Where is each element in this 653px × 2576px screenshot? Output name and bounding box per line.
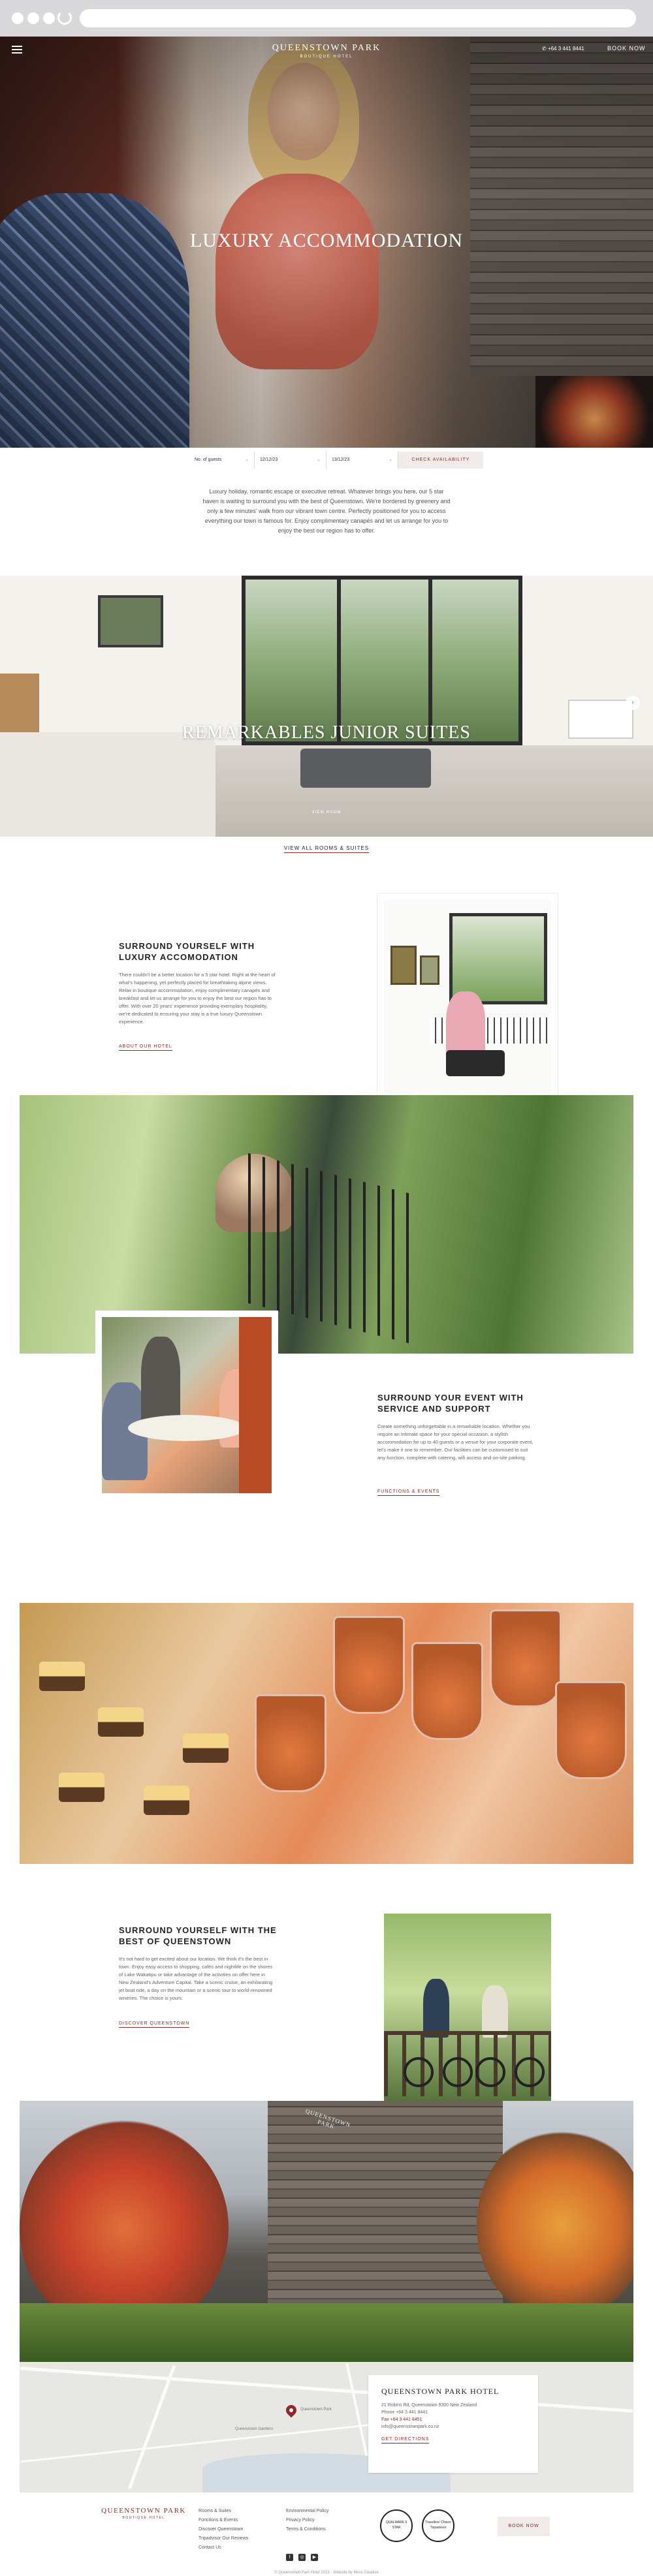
webpage: QUEENSTOWN PARK BOUTIQUE HOTEL ✆ +64 3 4…: [0, 37, 653, 2576]
reload-icon[interactable]: [57, 10, 72, 25]
tripadvisor-badge: Travellers' Choice Tripadvisor: [422, 2509, 454, 2542]
footer-link-reviews[interactable]: Tripadvisor Our Reviews: [199, 2534, 248, 2543]
about-our-hotel-link[interactable]: ABOUT OUR HOTEL: [119, 1044, 172, 1051]
footer-link-functions[interactable]: Functions & Events: [199, 2516, 248, 2525]
contact-address: 21 Robins Rd, Queenstown 9300 New Zealan…: [381, 2403, 477, 2408]
view-all-rooms-link[interactable]: VIEW ALL ROOMS & SUITES: [261, 845, 392, 853]
social-links: f ◎ ▶: [286, 2554, 318, 2561]
section-events-body: Create something unforgettable in a rema…: [377, 1423, 534, 1461]
footer-link-environmental[interactable]: Environmental Policy: [286, 2507, 328, 2516]
footer-link-contact[interactable]: Contact Us: [199, 2543, 248, 2553]
youtube-icon[interactable]: ▶: [311, 2554, 318, 2561]
header-book-now-button[interactable]: BOOK NOW: [607, 45, 646, 52]
copyright-text: © Queenstown Park Hotel 2023 · Website b…: [274, 2571, 379, 2575]
location-map[interactable]: Queenstown Park Queenstown Gardens: [20, 2362, 633, 2492]
discover-queenstown-label: DISCOVER QUEENSTOWN: [119, 2021, 190, 2028]
footer-link-rooms[interactable]: Rooms & Suites: [199, 2507, 248, 2516]
booking-bar: No. of guests ⌄ 12/12/23 ⌄ 13/12/23 ⌄ CHECK…: [189, 452, 483, 469]
contact-email[interactable]: info@queenstownpark.co.nz: [381, 2423, 525, 2430]
slide-title[interactable]: REMARKABLES JUNIOR SUITES: [163, 722, 490, 744]
chevron-down-icon: ⌄: [245, 458, 249, 462]
footer-nav-primary: Rooms & Suites Functions & Events Discov…: [199, 2507, 248, 2553]
check-out-date[interactable]: 13/12/23 ⌄: [326, 452, 398, 469]
facebook-icon[interactable]: f: [286, 2554, 293, 2561]
contact-phone: Phone +64 3 441 8441: [381, 2410, 428, 2415]
map-pin-icon[interactable]: [283, 2402, 299, 2418]
contact-card: QUEENSTOWN PARK HOTEL 21 Robins Rd, Quee…: [368, 2375, 538, 2473]
get-directions-link[interactable]: GET DIRECTIONS: [381, 2437, 525, 2444]
footer-book-now-button[interactable]: BOOK NOW: [498, 2517, 550, 2536]
canapes-photo: [20, 1603, 633, 1864]
instagram-icon[interactable]: ◎: [298, 2554, 306, 2561]
address-bar[interactable]: [80, 9, 636, 27]
site-logo[interactable]: QUEENSTOWN PARK BOUTIQUE HOTEL: [261, 43, 392, 59]
check-out-value: 13/12/23: [332, 458, 350, 462]
check-availability-button[interactable]: CHECK AVAILABILITY: [398, 452, 483, 469]
phone-number: +64 3 441 8441: [547, 46, 584, 52]
guest-window-seat-photo: [377, 893, 558, 1126]
check-in-date[interactable]: 12/12/23 ⌄: [255, 452, 326, 469]
hotel-exterior-photo: QUEENSTOWN PARK: [20, 2101, 633, 2362]
functions-events-label: FUNCTIONS & EVENTS: [377, 1489, 440, 1496]
section-queenstown-title: SURROUND YOURSELF WITH THE BEST OF QUEEN…: [119, 1925, 277, 1946]
view-all-rooms-label: VIEW ALL ROOMS & SUITES: [283, 845, 370, 853]
get-directions-label: GET DIRECTIONS: [381, 2437, 430, 2444]
cyclists-bridge-photo: [377, 1907, 558, 2116]
footer-link-terms[interactable]: Terms & Conditions: [286, 2525, 328, 2534]
browser-toolbar: [0, 0, 653, 37]
section-accommodation-body: There couldn't be a better location for …: [119, 972, 276, 1025]
maximize-window-dot[interactable]: [43, 12, 55, 24]
event-guests-photo: [95, 1311, 278, 1500]
slider-next-icon[interactable]: ›: [626, 696, 640, 710]
section-events-title: SURROUND YOUR EVENT WITH SERVICE AND SUP…: [377, 1393, 524, 1414]
close-window-dot[interactable]: [12, 12, 24, 24]
footer-logo[interactable]: QUEENSTOWN PARK BOUTIQUE HOTEL: [98, 2507, 189, 2520]
chevron-down-icon: ⌄: [317, 458, 321, 462]
logo-subtitle: BOUTIQUE HOTEL: [300, 55, 353, 59]
header-phone[interactable]: ✆ +64 3 441 8441: [542, 46, 584, 52]
section-queenstown-body: It's not hard to get excited about our l…: [119, 1956, 273, 2001]
chevron-down-icon: ⌄: [389, 458, 392, 462]
footer-link-discover[interactable]: Discover Queenstown: [199, 2525, 248, 2534]
logo-name: QUEENSTOWN PARK: [272, 43, 381, 53]
menu-icon[interactable]: [12, 46, 22, 54]
qualmark-badge: QUALMARK 5 STAR: [380, 2509, 413, 2542]
guests-select[interactable]: No. of guests ⌄: [189, 452, 255, 469]
intro-text: Luxury holiday, romantic escape or execu…: [202, 488, 451, 534]
section-accommodation-title: SURROUND YOURSELF WITH LUXURY ACCOMODATI…: [119, 941, 255, 962]
discover-queenstown-link[interactable]: DISCOVER QUEENSTOWN: [119, 2021, 190, 2028]
footer-nav-legal: Environmental Policy Privacy Policy Term…: [286, 2507, 328, 2534]
site-footer: QUEENSTOWN PARK BOUTIQUE HOTEL Rooms & S…: [0, 2495, 653, 2576]
slide-view-room-link[interactable]: VIEW ROOM: [307, 811, 346, 820]
contact-hotel-name: QUEENSTOWN PARK HOTEL: [381, 2387, 500, 2396]
about-our-hotel-label: ABOUT OUR HOTEL: [119, 1044, 172, 1051]
functions-events-link[interactable]: FUNCTIONS & EVENTS: [377, 1489, 440, 1496]
contact-fax: Fax +64 3 441 8451: [381, 2417, 422, 2422]
check-in-value: 12/12/23: [260, 458, 278, 462]
hero-title: LUXURY ACCOMMODATION: [189, 230, 464, 251]
footer-logo-name: QUEENSTOWN PARK: [101, 2507, 186, 2515]
site-header: QUEENSTOWN PARK BOUTIQUE HOTEL ✆ +64 3 4…: [0, 37, 653, 63]
map-label-gardens: Queenstown Gardens: [235, 2427, 274, 2431]
guests-label: No. of guests: [195, 458, 222, 462]
footer-logo-subtitle: BOUTIQUE HOTEL: [122, 2516, 165, 2520]
minimize-window-dot[interactable]: [27, 12, 39, 24]
footer-link-privacy[interactable]: Privacy Policy: [286, 2516, 328, 2525]
room-slider-image: [0, 576, 653, 837]
map-label-hotel: Queenstown Park: [300, 2408, 332, 2412]
